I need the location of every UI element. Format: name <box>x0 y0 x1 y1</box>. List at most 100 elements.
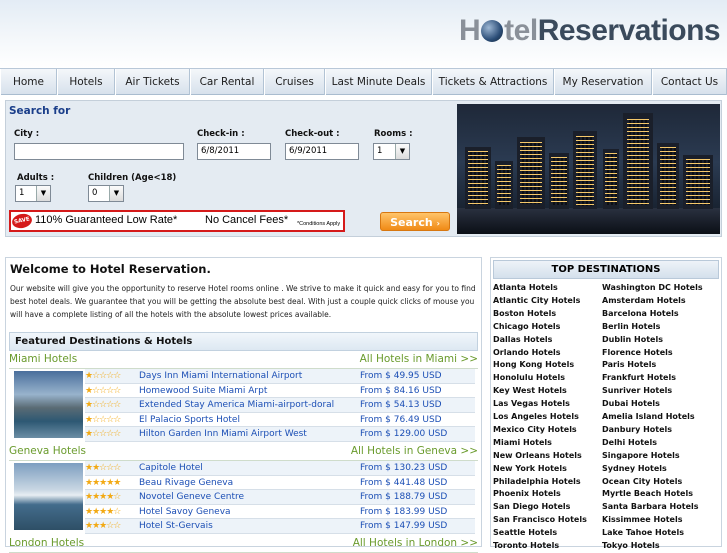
hotel-name[interactable]: Hotel St-Gervais <box>139 519 213 533</box>
nav-my-reservation[interactable]: My Reservation <box>554 69 652 95</box>
destination-link[interactable]: Las Vegas Hotels <box>493 399 570 408</box>
destination-link[interactable]: Florence Hotels <box>602 348 673 357</box>
children-select[interactable]: 0 ▼ <box>88 185 124 202</box>
hotel-name[interactable]: Beau Rivage Geneva <box>139 476 233 490</box>
destination-link[interactable]: Miami Hotels <box>493 438 552 447</box>
destination-link[interactable]: Hong Kong Hotels <box>493 360 574 369</box>
destination-link[interactable]: Paris Hotels <box>602 360 656 369</box>
destination-link[interactable]: Mexico City Hotels <box>493 425 577 434</box>
nav-home[interactable]: Home <box>0 69 57 95</box>
hotel-row: ★★★☆☆ Hotel St-Gervais From $ 147.99 USD <box>85 519 475 534</box>
welcome-text: Our website will give you the opportunit… <box>10 284 476 319</box>
destination-link[interactable]: Key West Hotels <box>493 386 567 395</box>
main-content: Welcome to Hotel Reservation. Our websit… <box>5 257 482 553</box>
destination-link[interactable]: Los Angeles Hotels <box>493 412 579 421</box>
destination-link[interactable]: San Francisco Hotels <box>493 515 587 524</box>
destination-link[interactable]: Amsterdam Hotels <box>602 296 686 305</box>
hotel-name[interactable]: Capitole Hotel <box>139 461 203 475</box>
hotel-price[interactable]: From $ 130.23 USD <box>360 461 447 475</box>
destination-link[interactable]: Dallas Hotels <box>493 335 552 344</box>
destination-link[interactable]: Honolulu Hotels <box>493 373 565 382</box>
destination-link[interactable]: Ocean City Hotels <box>602 477 682 486</box>
destination-link[interactable]: Sunriver Hotels <box>602 386 672 395</box>
site-logo[interactable]: HtelReservations <box>459 14 721 54</box>
chevron-down-icon: ▼ <box>36 186 50 201</box>
hotel-name[interactable]: Hotel Savoy Geneva <box>139 505 231 519</box>
nav-air-tickets[interactable]: Air Tickets <box>115 69 190 95</box>
hotel-name[interactable]: Homewood Suite Miami Arpt <box>139 384 267 398</box>
hotel-name[interactable]: Hilton Garden Inn Miami Airport West <box>139 427 307 441</box>
building <box>495 161 513 209</box>
destination-link[interactable]: Toronto Hotels <box>493 541 559 550</box>
city-header-geneva: Geneva Hotels All Hotels in Geneva >> <box>9 445 478 461</box>
logo-brand: Reservations <box>537 14 721 47</box>
rooms-select[interactable]: 1 ▼ <box>373 143 410 160</box>
nav-hotels[interactable]: Hotels <box>57 69 115 95</box>
destination-link[interactable]: Myrtle Beach Hotels <box>602 489 693 498</box>
nav-contact-us[interactable]: Contact Us <box>652 69 727 95</box>
hotel-price[interactable]: From $ 188.79 USD <box>360 490 447 504</box>
destination-link[interactable]: Phoenix Hotels <box>493 489 561 498</box>
destination-link[interactable]: Kissimmee Hotels <box>602 515 682 524</box>
destination-link[interactable]: Dubai Hotels <box>602 399 660 408</box>
destination-link[interactable]: Boston Hotels <box>493 309 556 318</box>
city-input[interactable] <box>14 143 184 160</box>
destination-link[interactable]: Danbury Hotels <box>602 425 672 434</box>
hotel-price[interactable]: From $ 76.49 USD <box>360 413 442 427</box>
destination-link[interactable]: Berlin Hotels <box>602 322 660 331</box>
building <box>549 153 569 209</box>
destination-link[interactable]: Orlando Hotels <box>493 348 561 357</box>
hotel-price[interactable]: From $ 84.16 USD <box>360 384 442 398</box>
hotel-price[interactable]: From $ 129.00 USD <box>360 427 447 441</box>
hotel-row: ★★☆☆☆ Capitole Hotel From $ 130.23 USD <box>85 461 475 476</box>
hotel-name[interactable]: Days Inn Miami International Airport <box>139 369 302 383</box>
adults-select[interactable]: 1 ▼ <box>15 185 51 202</box>
search-button[interactable]: Search › <box>380 212 450 231</box>
all-hotels-link[interactable]: All Hotels in Miami >> <box>360 353 478 365</box>
destination-link[interactable]: Tokyo Hotels <box>602 541 660 550</box>
destination-link[interactable]: Frankfurt Hotels <box>602 373 676 382</box>
destination-link[interactable]: Santa Barbara Hotels <box>602 502 699 511</box>
nav-last-minute-deals[interactable]: Last Minute Deals <box>325 69 432 95</box>
destination-link[interactable]: Atlantic City Hotels <box>493 296 580 305</box>
checkout-input[interactable]: 6/9/2011 <box>285 143 359 160</box>
city-name[interactable]: London Hotels <box>9 537 84 549</box>
destination-link[interactable]: Seattle Hotels <box>493 528 557 537</box>
destination-link[interactable]: Singapore Hotels <box>602 451 680 460</box>
hotel-price[interactable]: From $ 147.99 USD <box>360 519 447 533</box>
city-name[interactable]: Miami Hotels <box>9 353 77 365</box>
city-skyline-image <box>457 104 720 234</box>
rooms-label: Rooms : <box>374 129 413 139</box>
hotel-price[interactable]: From $ 54.13 USD <box>360 398 442 412</box>
hotel-price[interactable]: From $ 183.99 USD <box>360 505 447 519</box>
destination-link[interactable]: San Diego Hotels <box>493 502 570 511</box>
destination-link[interactable]: Sydney Hotels <box>602 464 667 473</box>
guarantee-banner: SAVE 110% Guaranteed Low Rate* No Cancel… <box>9 210 345 232</box>
hotel-name[interactable]: Novotel Geneve Centre <box>139 490 244 504</box>
hotel-price[interactable]: From $ 441.48 USD <box>360 476 447 490</box>
hotel-name[interactable]: El Palacio Sports Hotel <box>139 413 240 427</box>
destination-link[interactable]: New York Hotels <box>493 464 567 473</box>
building <box>657 143 679 209</box>
destination-link[interactable]: Washington DC Hotels <box>602 283 703 292</box>
nav-cruises[interactable]: Cruises <box>264 69 325 95</box>
destination-link[interactable]: Amelia Island Hotels <box>602 412 695 421</box>
destination-link[interactable]: New Orleans Hotels <box>493 451 582 460</box>
checkin-input[interactable]: 6/8/2011 <box>197 143 271 160</box>
destination-link[interactable]: Chicago Hotels <box>493 322 560 331</box>
hotel-name[interactable]: Extended Stay America Miami-airport-dora… <box>139 398 334 412</box>
destination-link[interactable]: Delhi Hotels <box>602 438 657 447</box>
destination-link[interactable]: Atlanta Hotels <box>493 283 558 292</box>
city-name[interactable]: Geneva Hotels <box>9 445 86 457</box>
nav-car-rental[interactable]: Car Rental <box>190 69 264 95</box>
nav-tickets-attractions[interactable]: Tickets & Attractions <box>432 69 554 95</box>
destination-link[interactable]: Barcelona Hotels <box>602 309 679 318</box>
all-hotels-link[interactable]: All Hotels in Geneva >> <box>351 445 478 457</box>
destination-link[interactable]: Lake Tahoe Hotels <box>602 528 684 537</box>
all-hotels-link[interactable]: All Hotels in London >> <box>353 537 478 549</box>
hotel-row: ★☆☆☆☆ Homewood Suite Miami Arpt From $ 84.… <box>85 384 475 398</box>
rating-stars-icon: ★☆☆☆☆ <box>85 429 121 439</box>
hotel-price[interactable]: From $ 49.95 USD <box>360 369 442 383</box>
destination-link[interactable]: Philadelphia Hotels <box>493 477 581 486</box>
destination-link[interactable]: Dublin Hotels <box>602 335 663 344</box>
